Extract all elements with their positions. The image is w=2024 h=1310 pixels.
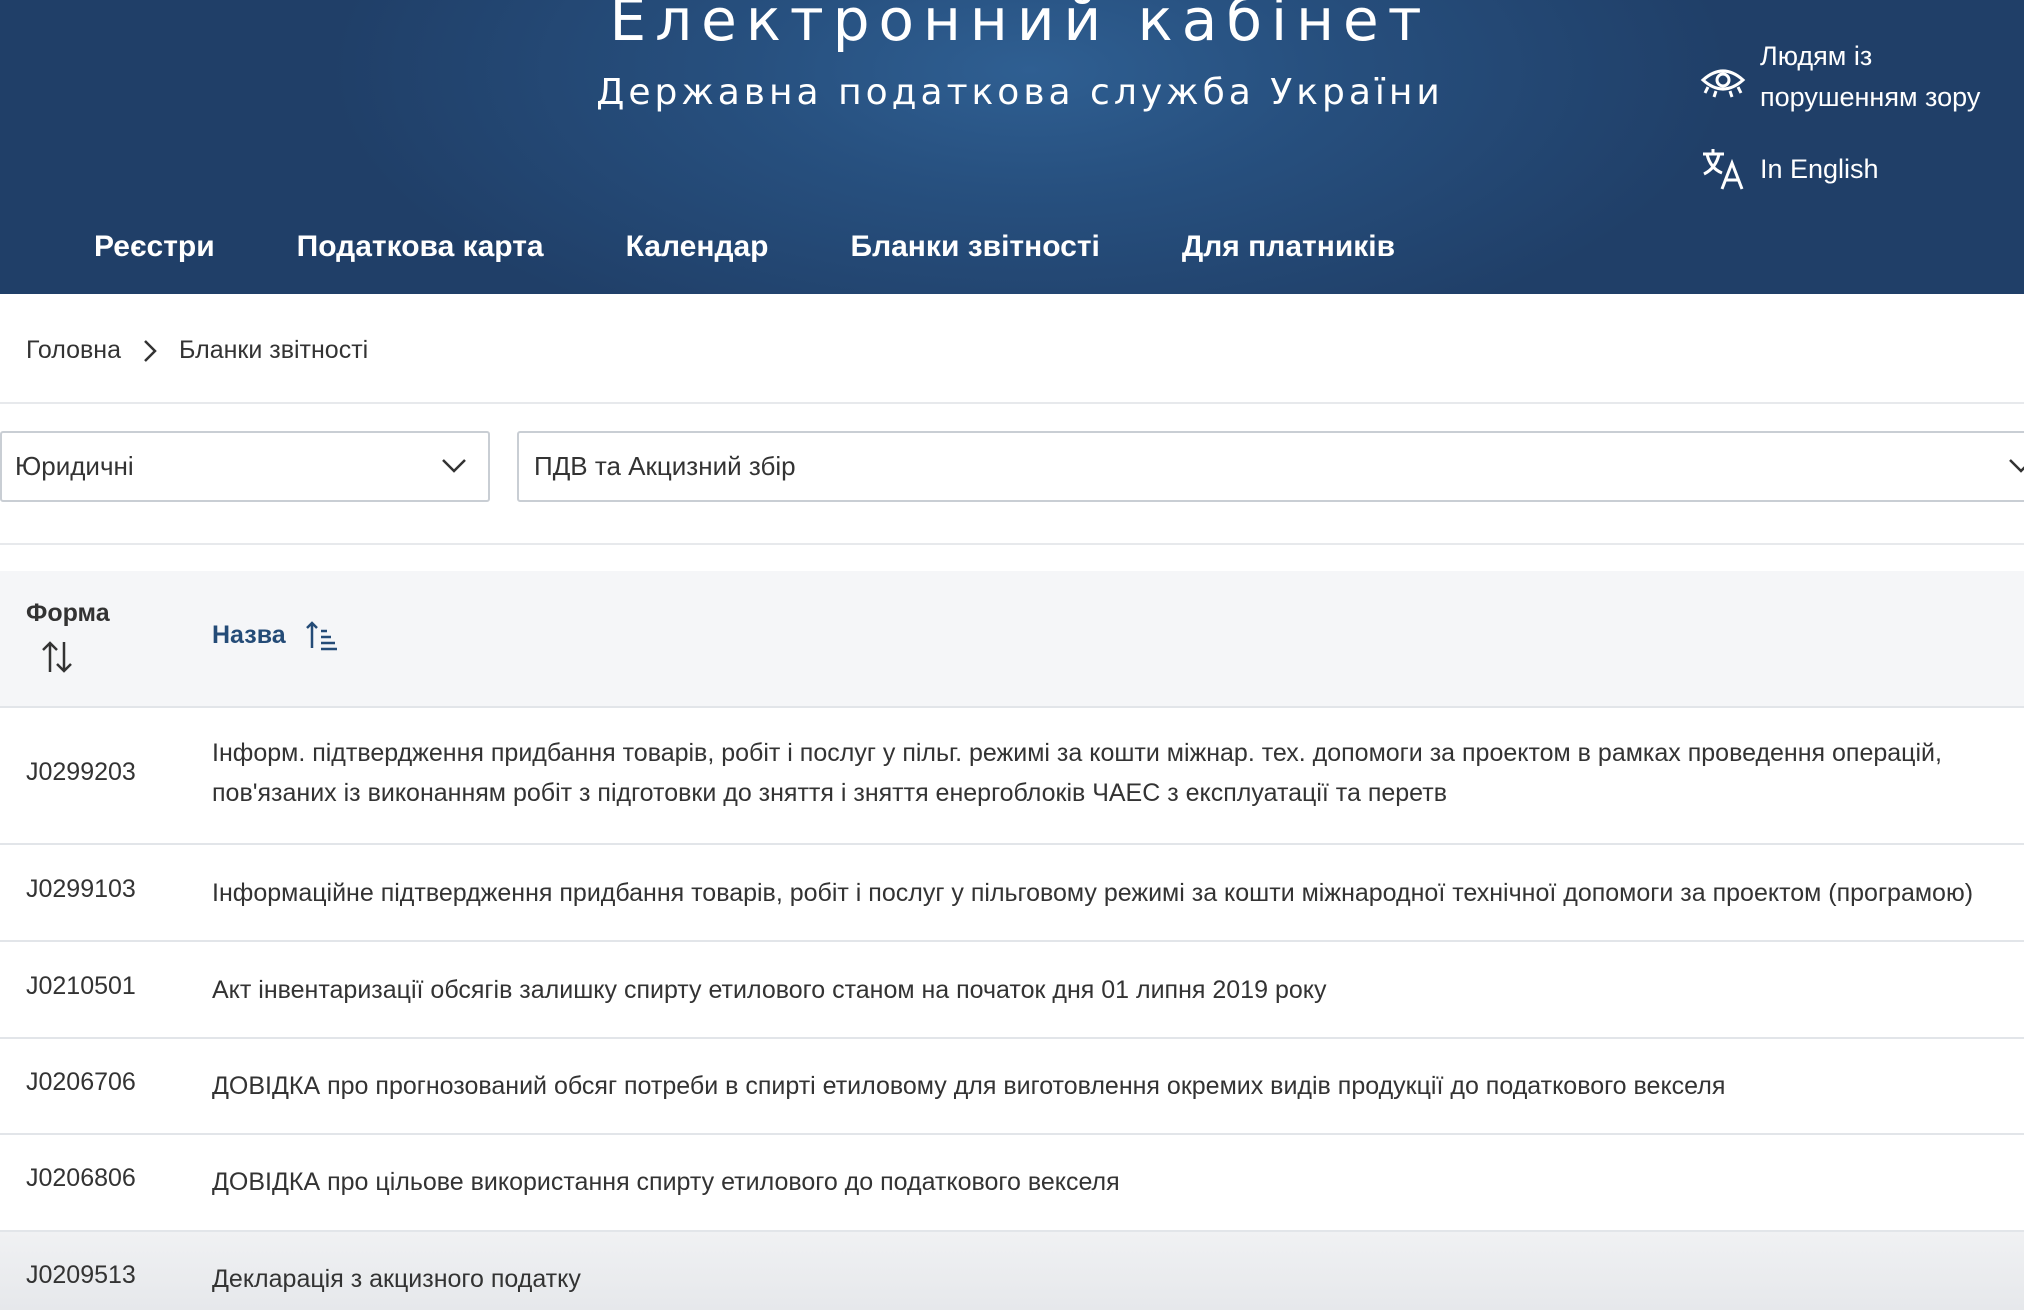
form-name[interactable]: ДОВІДКА про цільове використання спирту … [212, 1162, 2002, 1202]
accessibility-label: Людям із порушенням зору [1760, 41, 1981, 112]
breadcrumb: Головна Бланки звітності [26, 336, 368, 365]
translate-icon [1703, 149, 1744, 190]
site-header: Електронний кабінет Державна податкова с… [0, 0, 2024, 294]
category-select[interactable]: ПДВ та Акцизний збір [517, 431, 2024, 502]
language-switch[interactable]: In English [1700, 146, 1879, 192]
form-code: J0299203 [26, 758, 136, 786]
form-code: J0299103 [26, 875, 136, 903]
nav-item-registries[interactable]: Реєстри [94, 230, 215, 280]
breadcrumb-home[interactable]: Головна [26, 336, 121, 365]
payer-type-select[interactable]: Юридичні [0, 431, 490, 502]
nav-item-calendar[interactable]: Календар [626, 230, 769, 280]
sort-ascending-icon[interactable] [304, 619, 338, 651]
language-label: In English [1760, 153, 1879, 184]
table-row[interactable]: J0206806 ДОВІДКА про цільове використанн… [0, 1135, 2024, 1232]
table-row[interactable]: J0210501 Акт інвентаризації обсягів зали… [0, 942, 2024, 1039]
table-row[interactable]: J0299103 Інформаційне підтвердження прид… [0, 845, 2024, 942]
chevron-right-icon [144, 339, 157, 362]
divider [0, 543, 2024, 545]
table-row[interactable]: J0206706 ДОВІДКА про прогнозований обсяг… [0, 1039, 2024, 1135]
main-nav: Реєстри Податкова карта Календар Бланки … [94, 230, 1477, 280]
form-code: J0209513 [26, 1261, 136, 1289]
table-header: Форма Назва [0, 571, 2024, 708]
form-name[interactable]: Інформаційне підтвердження придбання тов… [212, 873, 2002, 913]
eye-icon [1700, 69, 1746, 98]
form-code: J0206706 [26, 1068, 136, 1096]
nav-item-report-forms[interactable]: Бланки звітності [851, 230, 1100, 280]
accessibility-link[interactable]: Людям із порушенням зору [1700, 36, 1990, 118]
nav-item-for-payers[interactable]: Для платників [1182, 230, 1395, 280]
chevron-down-icon [442, 459, 466, 473]
divider [0, 402, 2024, 404]
chevron-down-icon [2009, 459, 2024, 473]
category-value: ПДВ та Акцизний збір [534, 451, 796, 481]
form-name[interactable]: Інформ. підтвердження придбання товарів,… [212, 733, 2002, 813]
payer-type-value: Юридичні [15, 451, 134, 481]
breadcrumb-current: Бланки звітності [178, 336, 369, 364]
sort-icon[interactable] [40, 639, 74, 675]
column-header-form[interactable]: Форма [26, 599, 110, 628]
nav-item-tax-map[interactable]: Податкова карта [297, 230, 544, 280]
form-name[interactable]: ДОВІДКА про прогнозований обсяг потреби … [212, 1066, 2002, 1106]
table-row[interactable]: J0299203 Інформ. підтвердження придбання… [0, 708, 2024, 845]
form-name[interactable]: Декларація з акцизного податку [212, 1259, 2002, 1299]
form-code: J0206806 [26, 1164, 136, 1192]
column-header-name[interactable]: Назва [212, 621, 286, 650]
form-name[interactable]: Акт інвентаризації обсягів залишку спирт… [212, 970, 2002, 1010]
table-row[interactable]: J0209513 Декларація з акцизного податку [0, 1232, 2024, 1310]
form-code: J0210501 [26, 972, 136, 1000]
